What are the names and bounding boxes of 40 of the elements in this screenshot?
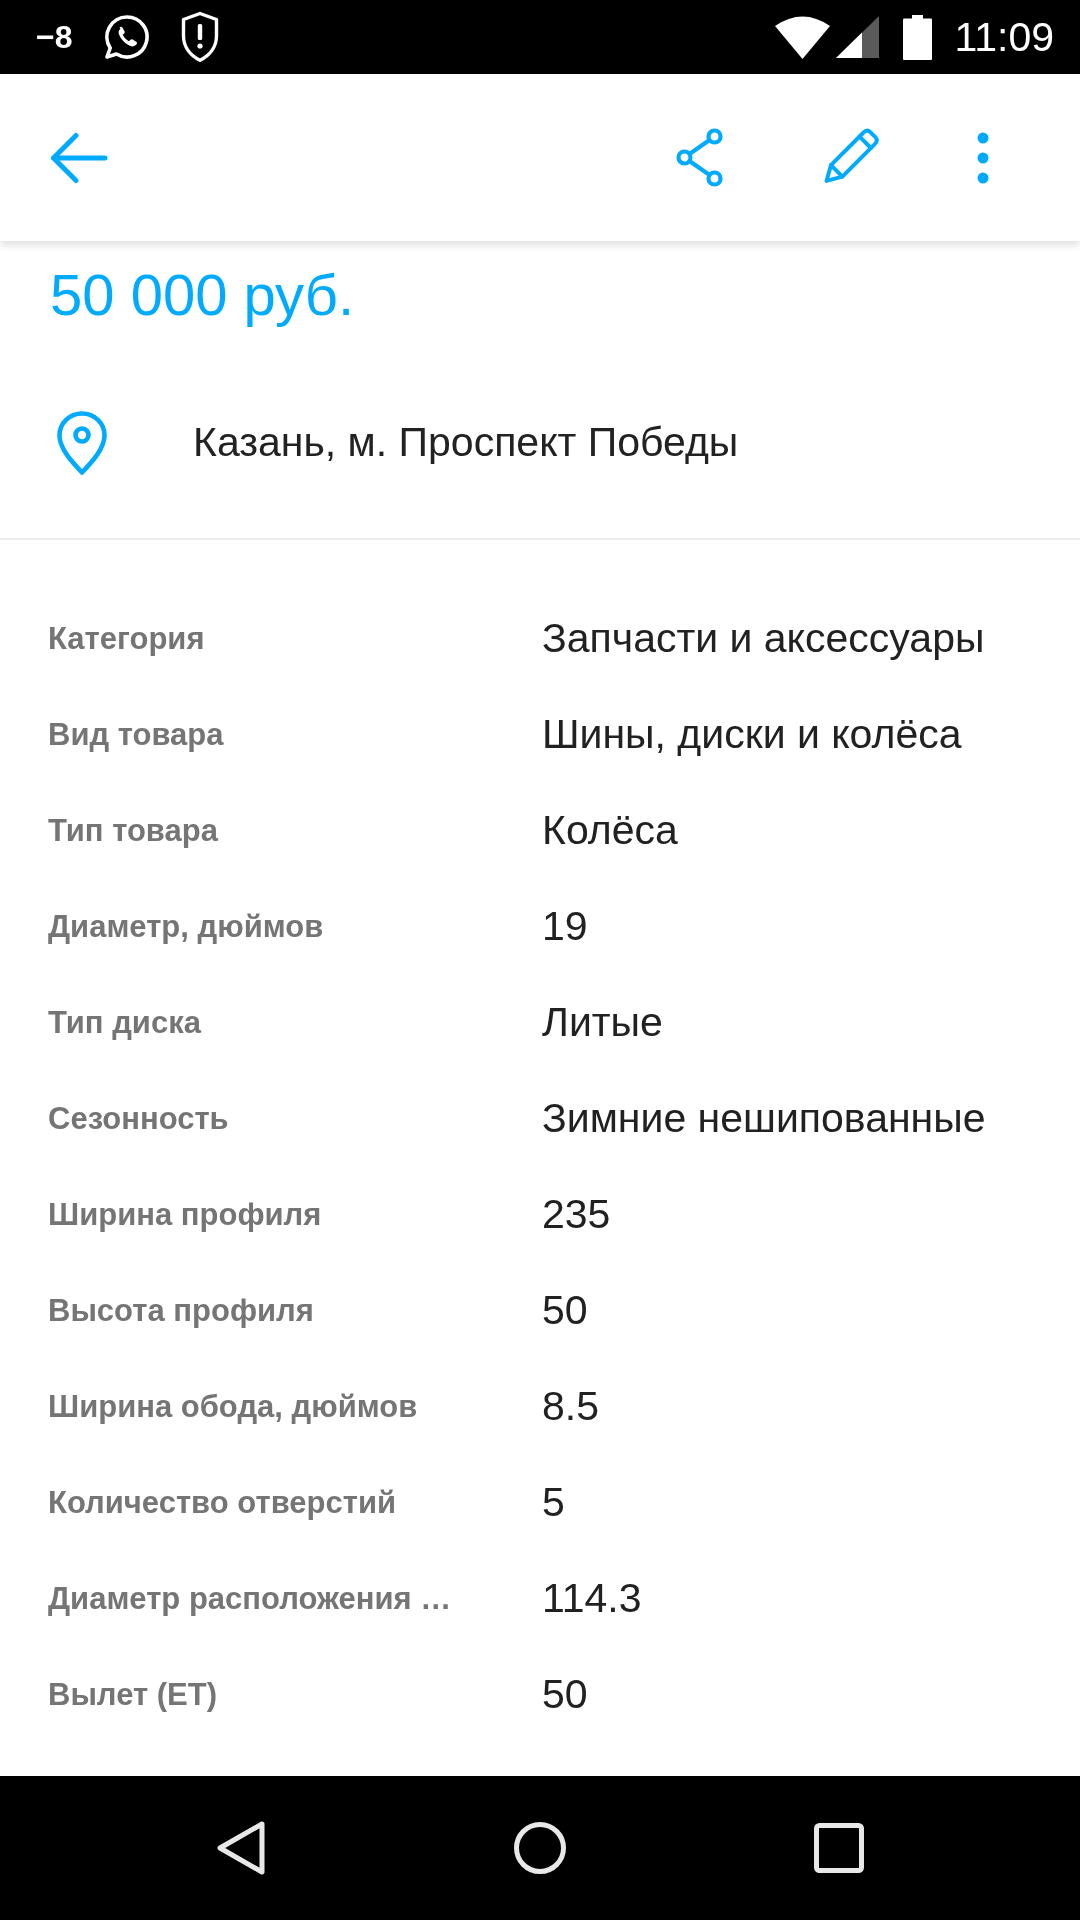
share-icon[interactable] xyxy=(676,128,723,187)
detail-value: Литые xyxy=(542,998,663,1048)
detail-label: Тип диска xyxy=(48,1004,203,1042)
detail-label: Вылет (ET) xyxy=(48,1676,219,1714)
location-pin-icon xyxy=(56,410,108,476)
detail-value: Шины, диски и колёса xyxy=(542,710,962,760)
status-time: 11:09 xyxy=(954,16,1054,58)
detail-value: 50 xyxy=(542,1286,588,1336)
detail-value: 50 xyxy=(542,1670,588,1720)
wifi-icon xyxy=(775,15,831,59)
price-text: 50 000 руб. xyxy=(50,261,355,329)
detail-label: Сезонность xyxy=(48,1100,230,1138)
detail-label: Диаметр расположения … xyxy=(48,1580,453,1618)
shield-alert-icon xyxy=(180,11,221,63)
detail-label: Ширина обода, дюймов xyxy=(48,1388,419,1426)
detail-label: Тип товара xyxy=(48,812,220,850)
detail-value: Колёса xyxy=(542,806,678,856)
detail-label: Ширина профиля xyxy=(48,1196,323,1234)
detail-label: Количество отверстий xyxy=(48,1484,397,1522)
detail-value: 5 xyxy=(542,1478,565,1528)
status-notification-text: −8 xyxy=(36,21,73,53)
detail-value: Запчасти и аксессуары xyxy=(542,614,985,664)
more-options-icon[interactable] xyxy=(977,131,989,184)
battery-icon xyxy=(903,14,933,60)
detail-value: 114.3 xyxy=(542,1574,642,1624)
detail-value: Зимние нешипованные xyxy=(542,1094,986,1144)
detail-value: 235 xyxy=(542,1190,611,1240)
chat-phone-icon xyxy=(103,13,152,61)
detail-value: 8.5 xyxy=(542,1382,599,1432)
nav-back-icon[interactable] xyxy=(216,1820,266,1876)
detail-label: Категория xyxy=(48,620,206,658)
detail-value: 19 xyxy=(542,902,588,952)
detail-label: Вид товара xyxy=(48,716,225,754)
nav-home-icon[interactable] xyxy=(514,1822,566,1874)
location-text: Казань, м. Проспект Победы xyxy=(193,418,739,468)
signal-icon xyxy=(836,16,880,58)
detail-label: Высота профиля xyxy=(48,1292,315,1330)
back-arrow-icon[interactable] xyxy=(50,131,108,184)
detail-label: Диаметр, дюймов xyxy=(48,908,325,946)
nav-recents-icon[interactable] xyxy=(814,1823,864,1873)
